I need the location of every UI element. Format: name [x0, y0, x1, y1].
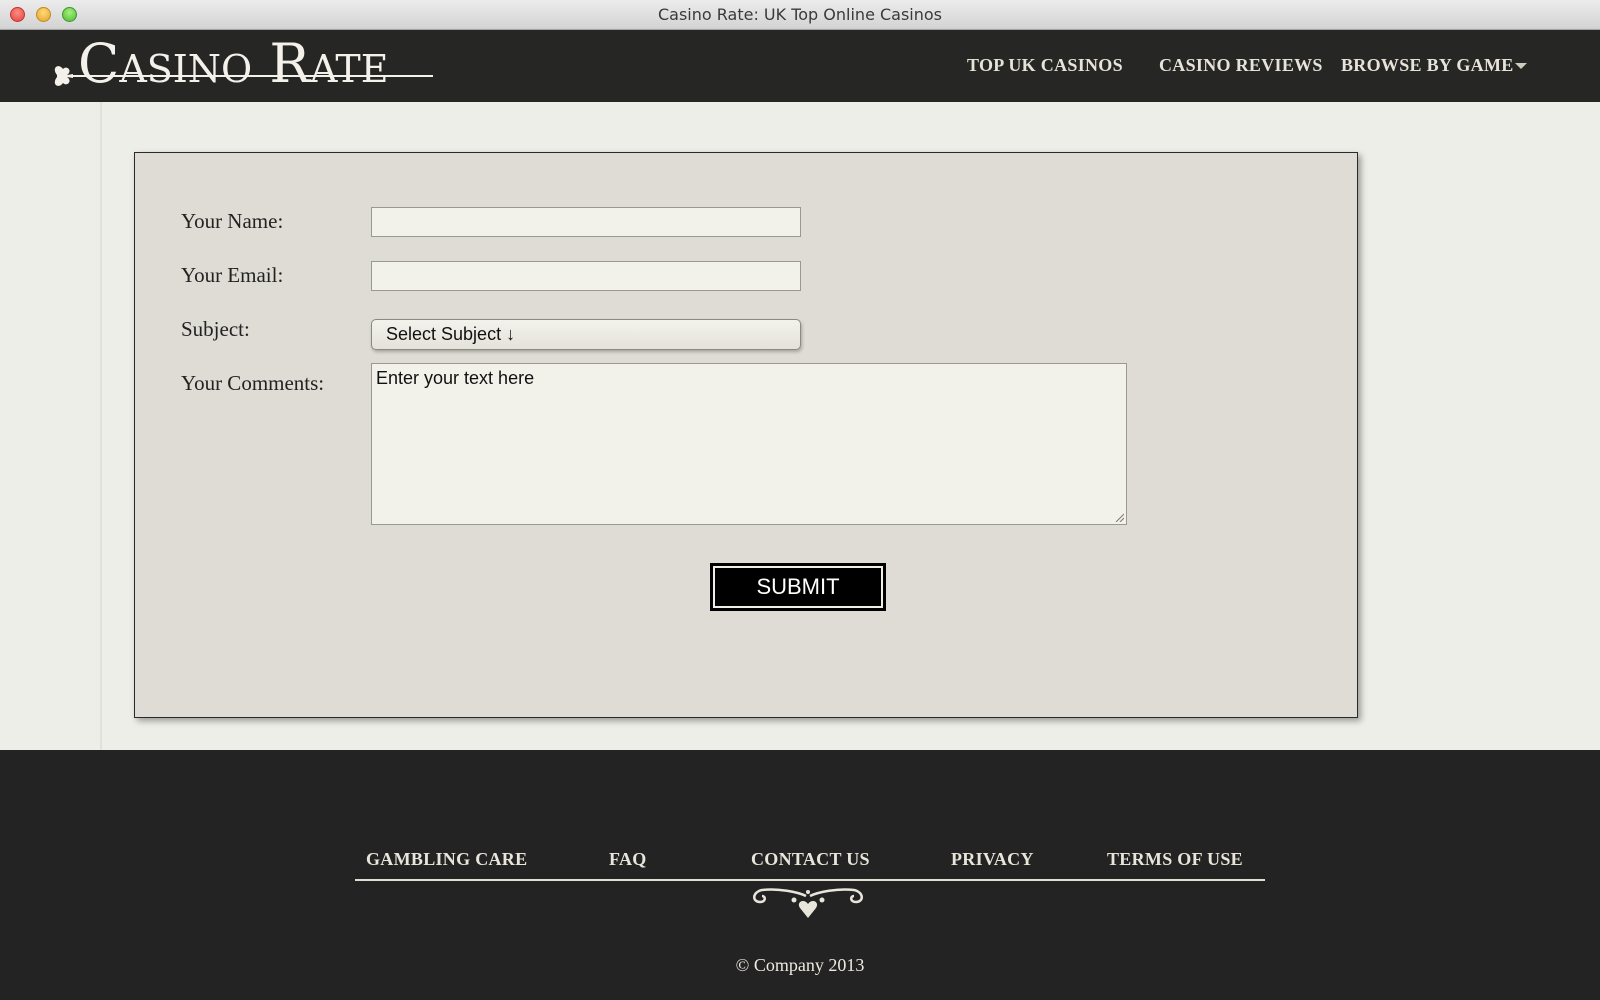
- subject-select[interactable]: Select Subject ↓: [371, 319, 801, 350]
- comments-textarea[interactable]: Enter your text here: [371, 363, 1127, 525]
- window-title-bar: Casino Rate: UK Top Online Casinos: [0, 0, 1600, 30]
- name-label: Your Name:: [181, 209, 284, 233]
- email-input[interactable]: [371, 261, 801, 291]
- subject-label: Subject:: [181, 317, 250, 341]
- comments-label: Your Comments:: [181, 371, 325, 395]
- site-logo[interactable]: Casino Rate: [48, 30, 448, 102]
- copyright-text: © Company 2013: [735, 955, 865, 975]
- footer-link-terms-of-use[interactable]: TERMS OF USE: [1107, 849, 1243, 870]
- logo-text: Casino Rate: [78, 32, 389, 95]
- heart-flourish-icon: [753, 888, 863, 918]
- footer-link-gambling-care[interactable]: GAMBLING CARE: [366, 849, 527, 870]
- nav-top-uk-casinos[interactable]: TOP UK CASINOS: [967, 55, 1123, 76]
- footer-link-privacy[interactable]: PRIVACY: [951, 849, 1034, 870]
- footer-link-faq[interactable]: FAQ: [609, 849, 647, 870]
- footer-link-contact-us[interactable]: CONTACT US: [751, 849, 870, 870]
- submit-button[interactable]: SUBMIT: [710, 563, 886, 611]
- site-header: Casino Rate TOP UK CASINOS CASINO REVIEW…: [0, 30, 1600, 102]
- window-title: Casino Rate: UK Top Online Casinos: [657, 5, 943, 24]
- resize-grip-icon[interactable]: [1114, 512, 1124, 522]
- chevron-down-icon[interactable]: [1515, 63, 1527, 69]
- footer-divider: [355, 879, 1265, 881]
- comments-text: Enter your text here: [376, 368, 535, 388]
- page-column-edge: [100, 102, 102, 750]
- name-input[interactable]: [371, 207, 801, 237]
- nav-casino-reviews[interactable]: CASINO REVIEWS: [1159, 55, 1323, 76]
- site-footer: GAMBLING CARE FAQ CONTACT US PRIVACY TER…: [0, 750, 1600, 1000]
- nav-browse-by-game[interactable]: BROWSE BY GAME: [1341, 55, 1514, 76]
- email-label: Your Email:: [181, 263, 284, 287]
- contact-form-panel: Your Name: Your Email: Subject: Select S…: [134, 152, 1358, 718]
